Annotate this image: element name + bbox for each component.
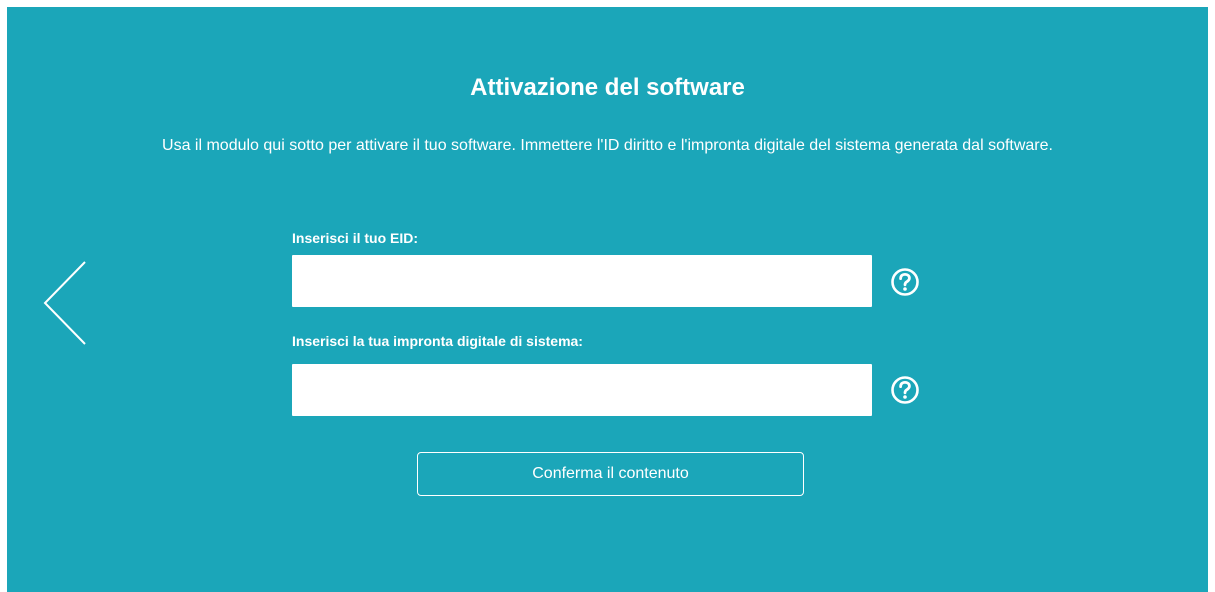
question-circle-icon[interactable]: [890, 375, 920, 405]
fingerprint-input[interactable]: [292, 364, 872, 416]
fingerprint-label: Inserisci la tua impronta digitale di si…: [292, 333, 583, 349]
question-circle-icon[interactable]: [890, 267, 920, 297]
activation-panel: Attivazione del software Usa il modulo q…: [7, 7, 1208, 592]
confirm-button[interactable]: Conferma il contenuto: [417, 452, 804, 496]
chevron-left-icon[interactable]: [41, 260, 89, 346]
page-title: Attivazione del software: [470, 74, 745, 101]
eid-input[interactable]: [292, 255, 872, 307]
eid-label: Inserisci il tuo EID:: [292, 230, 419, 246]
page-description: Usa il modulo qui sotto per attivare il …: [162, 137, 1053, 154]
